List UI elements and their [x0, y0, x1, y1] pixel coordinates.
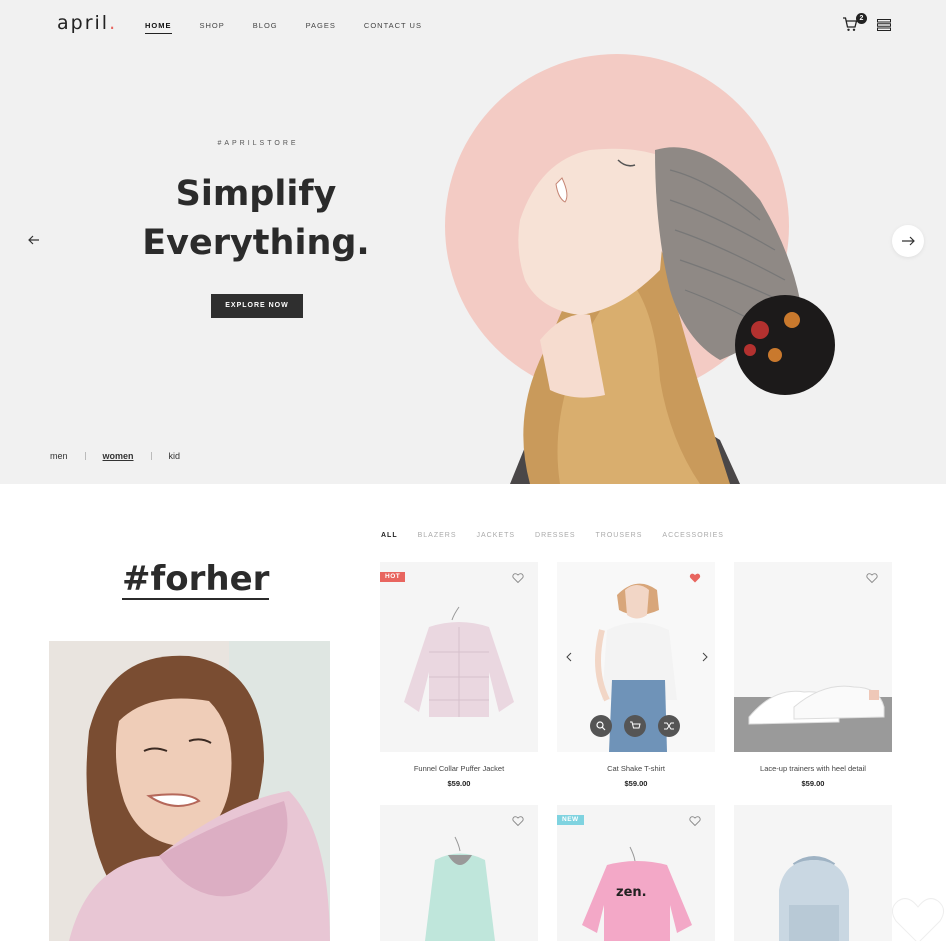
hero-title-line2: Everything. — [142, 223, 370, 263]
filter-all[interactable]: ALL — [381, 532, 398, 539]
product-name[interactable]: Lace-up trainers with heel detail — [734, 764, 892, 773]
cart-icon — [630, 721, 641, 729]
gender-link-women[interactable]: women — [103, 451, 134, 461]
hero-title-line1: Simplify — [175, 174, 337, 214]
vest-image — [425, 836, 495, 941]
logo-text: april — [57, 12, 110, 34]
nav-home[interactable]: HOME — [145, 21, 172, 34]
zen-print-text: zen. — [616, 885, 647, 900]
hero-banner: #APRILSTORE Simplify Everything. EXPLORE… — [0, 0, 946, 484]
site-header: april. HOME SHOP BLOG PAGES CONTACT US 2 — [0, 0, 946, 50]
explore-now-button[interactable]: EXPLORE NOW — [211, 294, 303, 318]
heart-icon[interactable] — [689, 815, 701, 827]
heart-icon[interactable] — [512, 815, 524, 827]
gender-link-kid[interactable]: kid — [169, 451, 181, 461]
product-name[interactable]: Funnel Collar Puffer Jacket — [380, 764, 538, 773]
heart-filled-icon[interactable] — [689, 572, 701, 584]
nav-contact-us[interactable]: CONTACT US — [364, 21, 422, 34]
product-filter-tabs: ALL BLAZERS JACKETS DRESSES TROUSERS ACC… — [381, 532, 744, 539]
hero-tagline: #APRILSTORE — [217, 140, 299, 147]
filter-jackets[interactable]: JACKETS — [477, 532, 516, 539]
nav-pages[interactable]: PAGES — [306, 21, 336, 34]
hero-model-image — [510, 147, 835, 484]
collection-model-art — [49, 641, 330, 941]
backpack-image — [779, 856, 849, 941]
menu-icon[interactable] — [877, 19, 891, 31]
next-slide-button[interactable] — [892, 225, 924, 257]
heart-icon[interactable] — [512, 572, 524, 584]
new-badge: NEW — [557, 815, 584, 825]
shuffle-icon — [664, 722, 674, 730]
product-card[interactable] — [557, 562, 715, 752]
product-card[interactable] — [734, 805, 892, 941]
product-card[interactable] — [380, 805, 538, 941]
filter-accessories[interactable]: ACCESSORIES — [662, 532, 724, 539]
collection-title[interactable]: #forher — [122, 560, 270, 600]
logo-dot: . — [109, 12, 118, 34]
product-price: $59.00 — [801, 779, 825, 788]
product-card[interactable] — [734, 562, 892, 752]
main-nav: HOME SHOP BLOG PAGES CONTACT US — [145, 21, 450, 34]
trainers-image — [734, 685, 892, 752]
product-name[interactable]: Cat Shake T-shirt — [557, 764, 715, 773]
hero-title: Simplify Everything. — [130, 170, 382, 268]
product-card[interactable]: HOT — [380, 562, 538, 752]
search-icon — [596, 721, 606, 731]
quick-view-button[interactable] — [590, 715, 612, 737]
hot-badge: HOT — [380, 572, 406, 582]
collection-model-image — [49, 641, 330, 941]
arrow-left-icon[interactable] — [26, 232, 42, 248]
gender-link-men[interactable]: men — [50, 451, 68, 461]
nav-shop[interactable]: SHOP — [200, 21, 225, 34]
chevron-right-icon[interactable] — [701, 652, 709, 662]
product-price: $59.00 — [447, 779, 471, 788]
nav-blog[interactable]: BLOG — [253, 21, 278, 34]
arrow-right-icon — [902, 236, 915, 246]
heart-icon[interactable] — [866, 572, 878, 584]
add-to-cart-button[interactable] — [624, 715, 646, 737]
divider — [84, 452, 86, 460]
chevron-left-icon[interactable] — [565, 652, 573, 662]
filter-dresses[interactable]: DRESSES — [535, 532, 575, 539]
puffer-jacket-image — [404, 606, 514, 717]
gender-switcher: men women kid — [50, 451, 180, 461]
filter-blazers[interactable]: BLAZERS — [418, 532, 457, 539]
compare-button[interactable] — [658, 715, 680, 737]
cart-count-badge: 2 — [856, 13, 867, 24]
heart-icon — [892, 898, 944, 941]
product-price: $59.00 — [624, 779, 648, 788]
product-card[interactable]: NEW zen. — [557, 805, 715, 941]
divider — [150, 452, 152, 460]
logo[interactable]: april. — [57, 12, 117, 34]
filter-trousers[interactable]: TROUSERS — [596, 532, 643, 539]
